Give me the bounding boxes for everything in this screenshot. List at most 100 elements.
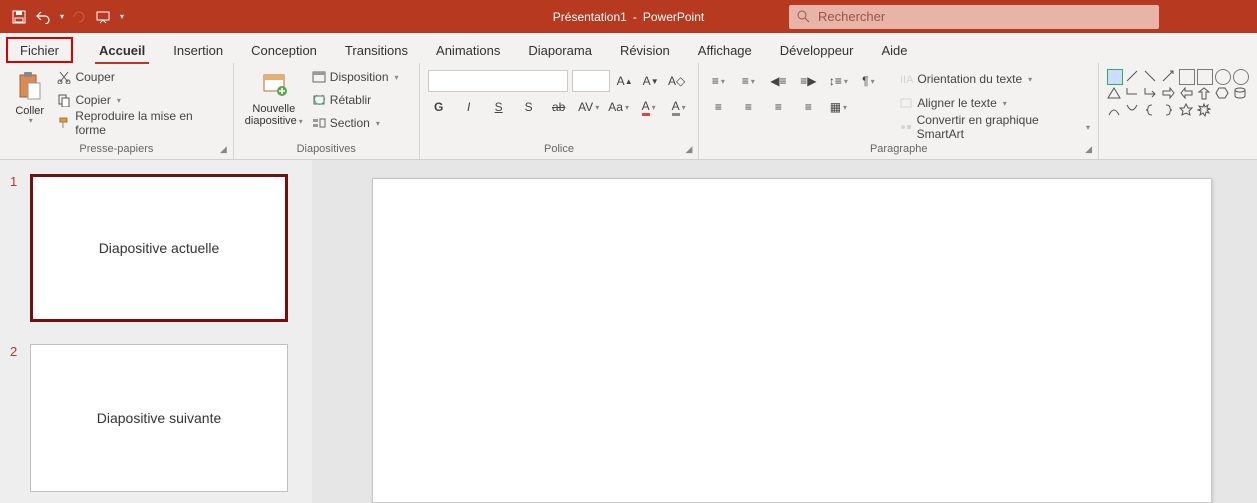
font-family-input[interactable] — [428, 70, 568, 92]
shape-line2-icon[interactable] — [1143, 69, 1159, 85]
paste-button[interactable]: Coller ▾ — [8, 67, 51, 126]
copy-dropdown-icon[interactable]: ▾ — [117, 96, 121, 105]
tab-insert[interactable]: Insertion — [159, 37, 237, 63]
group-paragraph-label: Paragraphe◢ — [707, 143, 1090, 157]
layout-label: Disposition — [330, 70, 389, 84]
tab-animations[interactable]: Animations — [422, 37, 514, 63]
justify-button[interactable]: ≡ — [797, 96, 819, 118]
redo-icon[interactable] — [70, 8, 88, 26]
save-icon[interactable] — [10, 8, 28, 26]
reset-button[interactable]: Rétablir — [312, 90, 399, 110]
shape-brace-right-icon[interactable] — [1161, 103, 1177, 119]
shape-arrow-right-icon[interactable] — [1161, 86, 1177, 102]
strike-button[interactable]: ab — [548, 96, 570, 118]
columns-button[interactable]: ▦▾ — [827, 96, 849, 118]
paragraph-launcher-icon[interactable]: ◢ — [1085, 144, 1092, 155]
bold-button[interactable]: G — [428, 96, 450, 118]
shape-burst-icon[interactable] — [1197, 103, 1213, 119]
line-spacing-button[interactable]: ↕≡▾ — [827, 70, 849, 92]
cut-icon — [57, 70, 71, 84]
undo-dropdown-icon[interactable]: ▾ — [60, 12, 64, 21]
qat-customize-icon[interactable]: ▾ — [120, 12, 124, 21]
increase-indent-button[interactable]: ≡▶ — [797, 70, 819, 92]
clipboard-launcher-icon[interactable]: ◢ — [220, 144, 227, 155]
layout-button[interactable]: Disposition▾ — [312, 67, 399, 87]
font-color-button[interactable]: A▾ — [638, 96, 660, 118]
tab-help[interactable]: Aide — [867, 37, 921, 63]
tab-slideshow[interactable]: Diaporama — [514, 37, 606, 63]
shape-curve2-icon[interactable] — [1125, 103, 1141, 119]
slideshow-from-start-icon[interactable] — [94, 8, 112, 26]
shapes-gallery[interactable] — [1099, 63, 1257, 159]
highlight-button[interactable]: A▾ — [668, 96, 690, 118]
align-right-button[interactable]: ≡ — [767, 96, 789, 118]
text-direction-menu[interactable]: IIAOrientation du texte▾ — [899, 69, 1090, 89]
shape-rect-icon[interactable] — [1179, 69, 1195, 85]
shape-circle-icon[interactable] — [1233, 69, 1249, 85]
align-center-button[interactable]: ≡ — [737, 96, 759, 118]
slide-thumb-1[interactable]: 1 Diapositive actuelle — [10, 174, 302, 322]
shape-arrow-up-icon[interactable] — [1197, 86, 1213, 102]
section-button[interactable]: Section▾ — [312, 113, 399, 133]
slide-thumbnail[interactable]: Diapositive actuelle — [30, 174, 288, 322]
new-slide-dropdown-icon[interactable]: ▾ — [299, 117, 303, 126]
shadow-button[interactable]: S — [518, 96, 540, 118]
slide-thumbnail[interactable]: Diapositive suivante — [30, 344, 288, 492]
current-slide[interactable] — [372, 178, 1212, 503]
slide-panel[interactable]: 1 Diapositive actuelle 2 Diapositive sui… — [0, 160, 312, 503]
ribbon-tabs: Fichier Accueil Insertion Conception Tra… — [0, 33, 1257, 63]
shape-star-icon[interactable] — [1179, 103, 1195, 119]
shape-brace-left-icon[interactable] — [1143, 103, 1159, 119]
tab-view[interactable]: Affichage — [684, 37, 766, 63]
decrease-indent-button[interactable]: ◀≡ — [767, 70, 789, 92]
bullets-button[interactable]: ≡▾ — [707, 70, 729, 92]
shape-square-icon[interactable] — [1197, 69, 1213, 85]
shape-hexagon-icon[interactable] — [1215, 86, 1231, 102]
align-text-menu[interactable]: Aligner le texte▾ — [899, 93, 1090, 113]
text-direction-button[interactable]: ¶▾ — [857, 70, 879, 92]
clear-format-icon[interactable]: A◇ — [666, 70, 688, 92]
case-button[interactable]: Aa▾ — [608, 96, 630, 118]
undo-icon[interactable] — [34, 8, 52, 26]
smartart-icon — [899, 120, 912, 134]
group-slides: Nouvelle diapositive▾ Disposition▾ Rétab… — [234, 63, 420, 159]
reset-label: Rétablir — [330, 93, 371, 107]
shape-elbow-arrow-icon[interactable] — [1143, 86, 1159, 102]
shape-line-icon[interactable] — [1125, 69, 1141, 85]
font-launcher-icon[interactable]: ◢ — [685, 144, 692, 155]
new-slide-button[interactable]: Nouvelle diapositive▾ — [242, 67, 306, 127]
align-left-button[interactable]: ≡ — [707, 96, 729, 118]
tab-design[interactable]: Conception — [237, 37, 331, 63]
slide-thumb-2[interactable]: 2 Diapositive suivante — [10, 344, 302, 492]
slide-canvas-area[interactable] — [312, 160, 1257, 503]
tab-review[interactable]: Révision — [606, 37, 684, 63]
shape-arrow-line-icon[interactable] — [1161, 69, 1177, 85]
shape-curve-icon[interactable] — [1107, 103, 1123, 119]
tab-home[interactable]: Accueil — [85, 37, 159, 63]
shape-oval-icon[interactable] — [1215, 69, 1231, 85]
tab-transitions[interactable]: Transitions — [331, 37, 422, 63]
tab-file[interactable]: Fichier — [6, 37, 73, 63]
cut-label: Couper — [75, 70, 114, 84]
font-size-input[interactable] — [572, 70, 610, 92]
cut-button[interactable]: Couper — [57, 67, 224, 87]
copy-button[interactable]: Copier ▾ — [57, 90, 224, 110]
italic-button[interactable]: I — [458, 96, 480, 118]
shape-triangle-icon[interactable] — [1107, 86, 1123, 102]
increase-font-icon[interactable]: A▲ — [614, 70, 636, 92]
shape-elbow-icon[interactable] — [1125, 86, 1141, 102]
shape-cylinder-icon[interactable] — [1233, 86, 1249, 102]
title-sep: - — [633, 10, 637, 24]
format-painter-button[interactable]: Reproduire la mise en forme — [57, 113, 224, 133]
shape-textbox-icon[interactable] — [1107, 69, 1123, 85]
numbering-button[interactable]: ≡▾ — [737, 70, 759, 92]
tab-developer[interactable]: Développeur — [766, 37, 868, 63]
title-bar: ▾ ▾ Présentation1 - PowerPoint Recherche… — [0, 0, 1257, 33]
spacing-button[interactable]: AV▾ — [578, 96, 600, 118]
decrease-font-icon[interactable]: A▼ — [640, 70, 662, 92]
paste-dropdown-icon[interactable]: ▾ — [29, 117, 33, 126]
smartart-menu[interactable]: Convertir en graphique SmartArt▾ — [899, 117, 1090, 137]
underline-button[interactable]: S — [488, 96, 510, 118]
search-box[interactable]: Rechercher — [789, 5, 1159, 29]
shape-arrow-left-icon[interactable] — [1179, 86, 1195, 102]
